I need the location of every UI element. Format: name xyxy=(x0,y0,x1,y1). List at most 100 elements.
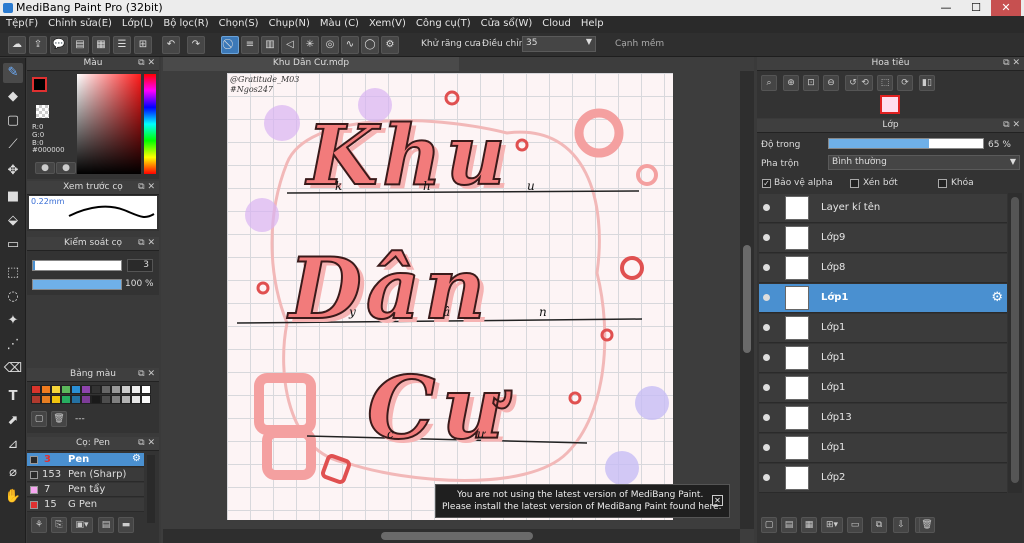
menu-edit[interactable]: Chỉnh sửa(E) xyxy=(42,16,116,29)
palette-swatch[interactable] xyxy=(101,395,111,404)
snap-grid-icon[interactable]: ▥ xyxy=(261,36,279,54)
horizontal-scrollbar[interactable] xyxy=(163,529,740,543)
eye-icon[interactable] xyxy=(763,474,770,481)
redo-icon[interactable]: ↷ xyxy=(187,36,205,54)
palette-swatch[interactable] xyxy=(91,385,101,394)
eye-icon[interactable] xyxy=(763,294,770,301)
dropper-tool-icon[interactable]: ⊿ xyxy=(3,435,23,455)
hue-slider[interactable] xyxy=(144,74,156,174)
document-tab[interactable]: Khu Dân Cư.mdp xyxy=(163,57,459,71)
menu-help[interactable]: Help xyxy=(575,16,608,29)
gear-icon[interactable]: ⚙ xyxy=(991,290,1003,305)
select-pen-icon[interactable]: ⋰ xyxy=(3,335,23,355)
note-icon[interactable]: ▤ xyxy=(71,36,89,54)
folder-icon[interactable]: ▭ xyxy=(847,517,863,533)
palette-swatch[interactable] xyxy=(121,385,131,394)
menu-color[interactable]: Màu (C) xyxy=(314,16,363,29)
palette-delete-icon[interactable]: 🗑 xyxy=(51,411,67,427)
menu-snap[interactable]: Chụp(N) xyxy=(263,16,314,29)
magic-wand-icon[interactable]: ✦ xyxy=(3,311,23,331)
palette-swatch[interactable] xyxy=(31,385,41,394)
layer-row[interactable]: Lớp13 xyxy=(759,404,1007,433)
snap-off-icon[interactable]: ⃠ xyxy=(221,36,239,54)
popout-icon[interactable]: ⧉ ✕ xyxy=(138,237,155,250)
popout-icon[interactable]: ⧉ ✕ xyxy=(1003,57,1020,70)
trash-icon[interactable]: 🗑 xyxy=(919,517,935,533)
popout-icon[interactable]: ⧉ ✕ xyxy=(1003,119,1020,132)
snap-circle-icon[interactable]: ◎ xyxy=(321,36,339,54)
layer-row[interactable]: Lớp1 xyxy=(759,344,1007,373)
snap-radial-icon[interactable]: ✳ xyxy=(301,36,319,54)
menu-filter[interactable]: Bộ lọc(R) xyxy=(157,16,212,29)
new-layer-8bit-icon[interactable]: ▤ xyxy=(781,517,797,533)
palette-swatch[interactable] xyxy=(111,395,121,404)
snap-parallel-icon[interactable]: ≡ xyxy=(241,36,259,54)
shape-fill-icon[interactable]: ■ xyxy=(3,187,23,207)
close-button[interactable]: ✕ xyxy=(991,0,1021,16)
brush-item-pen-sharp[interactable]: 153 Pen (Sharp) xyxy=(27,468,144,482)
palette-swatch[interactable] xyxy=(71,395,81,404)
color-history-icon[interactable]: ● xyxy=(56,162,76,174)
zoom-fit-icon[interactable]: ⌕ xyxy=(761,75,777,91)
transparent-swatch[interactable] xyxy=(36,105,49,118)
rotate-icon[interactable]: ⟲ xyxy=(857,75,873,91)
palette-swatch[interactable] xyxy=(131,395,141,404)
duplicate-layer-icon[interactable]: ⧉ xyxy=(871,517,887,533)
minimize-button[interactable]: — xyxy=(931,0,961,16)
palette-swatch[interactable] xyxy=(141,395,151,404)
grid-icon[interactable]: ⊞ xyxy=(134,36,152,54)
brush-add-icon[interactable]: ⚘ xyxy=(31,517,47,533)
text-tool-icon[interactable]: T xyxy=(3,387,23,407)
eyedropper-icon[interactable]: ⌀ xyxy=(3,463,23,483)
color-add-icon[interactable]: ● xyxy=(35,162,55,174)
layer-row[interactable]: Lớp8 xyxy=(759,254,1007,283)
update-notice[interactable]: You are not using the latest version of … xyxy=(435,484,730,518)
eye-icon[interactable] xyxy=(763,414,770,421)
brush-size-field[interactable]: 3 xyxy=(127,259,153,272)
popout-icon[interactable]: ⧉ ✕ xyxy=(138,181,155,194)
palette-new-icon[interactable]: ▢ xyxy=(31,411,47,427)
layer-row[interactable]: Lớp1 xyxy=(759,314,1007,343)
layer-row[interactable]: Lớp2 xyxy=(759,464,1007,493)
menu-select[interactable]: Chọn(S) xyxy=(213,16,263,29)
palette-swatch[interactable] xyxy=(71,385,81,394)
rect-tool-icon[interactable]: ▢ xyxy=(3,111,23,131)
snap-perspective-icon[interactable]: ◁ xyxy=(281,36,299,54)
brush-menu-icon[interactable]: ▣▾ xyxy=(71,517,93,533)
eye-icon[interactable] xyxy=(763,354,770,361)
notice-close-icon[interactable]: ✕ xyxy=(712,495,723,506)
popout-icon[interactable]: ⧉ ✕ xyxy=(138,57,155,70)
palette-swatch[interactable] xyxy=(111,385,121,394)
snap-ellipse-icon[interactable]: ◯ xyxy=(361,36,379,54)
palette-swatch[interactable] xyxy=(91,395,101,404)
brush-item-g-pen[interactable]: 15 G Pen xyxy=(27,498,144,512)
horizontal-scroll-thumb[interactable] xyxy=(381,532,533,540)
palette-swatch[interactable] xyxy=(51,395,61,404)
navigator-thumbnail[interactable] xyxy=(880,95,900,114)
artwork-canvas[interactable]: @Gratitude_M03 #Ngos247 Khu Dân Cư k h u… xyxy=(227,73,673,520)
zoom-actual-icon[interactable]: ⊡ xyxy=(803,75,819,91)
line-tool-icon[interactable]: ⟋ xyxy=(3,135,23,155)
layer-row[interactable]: Lớp1 xyxy=(759,434,1007,463)
color-picker-field[interactable] xyxy=(77,74,141,174)
brush-item-pen[interactable]: 3 Pen ⚙ xyxy=(27,453,144,467)
zoom-out-icon[interactable]: ⊖ xyxy=(823,75,839,91)
layer-row[interactable]: Lớp1 xyxy=(759,374,1007,403)
zoom-in-icon[interactable]: ⊕ xyxy=(783,75,799,91)
chat-icon[interactable]: 💬 xyxy=(50,36,68,54)
move-tool-icon[interactable]: ✥ xyxy=(3,161,23,181)
mirror-icon[interactable]: ▮▯ xyxy=(919,75,935,91)
eye-icon[interactable] xyxy=(763,444,770,451)
eye-icon[interactable] xyxy=(763,324,770,331)
brush-folder-icon[interactable]: ▤ xyxy=(98,517,114,533)
menu-cloud[interactable]: Cloud xyxy=(536,16,575,29)
new-layer-1bit-icon[interactable]: ▦ xyxy=(801,517,817,533)
brush-list-scrollbar[interactable] xyxy=(147,455,155,523)
lock-checkbox[interactable] xyxy=(938,179,947,188)
layer-row[interactable]: Lớp1 ⚙ xyxy=(759,284,1007,313)
menu-tools[interactable]: Công cụ(T) xyxy=(410,16,475,29)
clip-checkbox[interactable] xyxy=(850,179,859,188)
hand-tool-icon[interactable]: ✋ xyxy=(3,487,23,507)
palette-swatch[interactable] xyxy=(101,385,111,394)
cloud-icon[interactable]: ☁ xyxy=(8,36,26,54)
